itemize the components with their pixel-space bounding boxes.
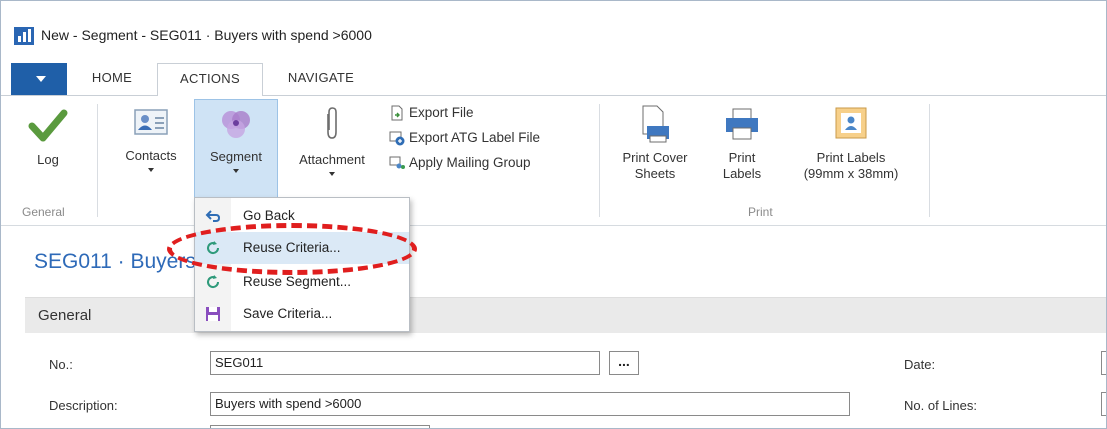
next-field[interactable] [210, 425, 430, 428]
print-labels-label-1: Print [728, 150, 756, 165]
print-cover-label-2: Sheets [634, 166, 676, 181]
segment-button[interactable]: Segment [194, 99, 278, 199]
tab-navigate[interactable]: NAVIGATE [273, 63, 369, 95]
label-sheet-icon [835, 107, 867, 139]
menu-item-go-back[interactable]: Go Back [195, 200, 409, 232]
ribbon: Log General Contacts Segment Attachment … [1, 95, 1106, 226]
menu-item-label: Reuse Criteria... [243, 240, 341, 255]
no-of-lines-field[interactable] [1101, 392, 1106, 416]
no-of-lines-label: No. of Lines: [904, 398, 977, 413]
export-file-button[interactable]: Export File [389, 102, 549, 124]
export-atg-label: Export ATG Label File [409, 130, 541, 145]
save-icon [206, 307, 220, 321]
window-title: New - Segment - SEG011 · Buyers with spe… [41, 27, 372, 43]
dropdown-arrow-icon [148, 168, 154, 172]
print-labels99-label-2: (99mm x 38mm) [803, 166, 899, 181]
segment-icon [222, 111, 250, 138]
general-fasttab-label: General [38, 307, 92, 324]
menu-item-save-criteria[interactable]: Save Criteria... [195, 298, 409, 330]
mailing-group-icon [389, 156, 405, 169]
description-field[interactable]: Buyers with spend >6000 [210, 392, 850, 416]
export-file-label: Export File [409, 105, 474, 120]
apply-mailing-label: Apply Mailing Group [409, 155, 531, 170]
paperclip-icon [327, 107, 337, 139]
attachment-label: Attachment [299, 152, 365, 167]
date-label: Date: [904, 357, 936, 372]
export-atg-button[interactable]: Export ATG Label File [389, 127, 589, 149]
ribbon-tabs: HOME ACTIONS NAVIGATE [1, 63, 1106, 96]
refresh-icon [207, 241, 220, 255]
ribbon-separator [97, 104, 98, 217]
app-logo-icon [14, 27, 34, 45]
menu-item-reuse-criteria[interactable]: Reuse Criteria... [195, 232, 409, 264]
contacts-button[interactable]: Contacts [113, 106, 189, 196]
checkmark-icon [28, 109, 68, 142]
attachment-button[interactable]: Attachment [283, 106, 381, 196]
log-label: Log [37, 152, 59, 167]
go-back-icon [205, 210, 221, 222]
title-bar: New - Segment - SEG011 · Buyers with spe… [1, 1, 1106, 61]
group-general-label: General [22, 205, 65, 219]
description-label: Description: [49, 398, 118, 413]
contacts-label: Contacts [125, 148, 177, 163]
segment-window: New - Segment - SEG011 · Buyers with spe… [0, 0, 1107, 429]
segment-dropdown-menu: Go Back Reuse Criteria... Reuse Segment.… [194, 197, 410, 332]
date-field[interactable]: 2 [1101, 351, 1106, 375]
tab-actions[interactable]: ACTIONS [157, 63, 263, 96]
print-cover-sheets-button[interactable]: Print Cover Sheets [607, 104, 703, 198]
print-cover-icon [642, 105, 669, 143]
general-fasttab[interactable]: General [25, 297, 1106, 333]
export-label-icon [389, 131, 405, 146]
ribbon-separator [929, 104, 930, 217]
printer-icon [726, 108, 758, 140]
contact-card-icon [134, 109, 168, 135]
menu-item-label: Save Criteria... [243, 306, 333, 321]
print-labels-button[interactable]: Print Labels [712, 104, 772, 198]
no-field[interactable]: SEG011 [210, 351, 600, 375]
print-labels99-label-1: Print Labels [816, 150, 886, 165]
log-button[interactable]: Log [23, 108, 73, 194]
chevron-down-icon [36, 76, 46, 82]
export-file-icon [391, 105, 403, 121]
dropdown-arrow-icon [329, 172, 335, 176]
ribbon-separator [599, 104, 600, 217]
no-assist-button[interactable]: ... [609, 351, 639, 375]
menu-item-reuse-segment[interactable]: Reuse Segment... [195, 266, 409, 298]
menu-item-label: Reuse Segment... [243, 274, 352, 289]
app-menu-button[interactable] [11, 63, 67, 95]
refresh-icon [207, 275, 220, 289]
menu-item-label: Go Back [243, 208, 295, 223]
print-cover-label-1: Print Cover [622, 150, 688, 165]
print-labels-label-2: Labels [722, 166, 762, 181]
tab-home[interactable]: HOME [77, 63, 147, 95]
apply-mailing-group-button[interactable]: Apply Mailing Group [389, 152, 589, 174]
print-labels-99mm-button[interactable]: Print Labels (99mm x 38mm) [791, 104, 911, 198]
group-print-label: Print [748, 205, 773, 219]
no-label: No.: [49, 357, 73, 372]
segment-label: Segment [209, 149, 263, 164]
dropdown-arrow-icon [233, 169, 239, 173]
